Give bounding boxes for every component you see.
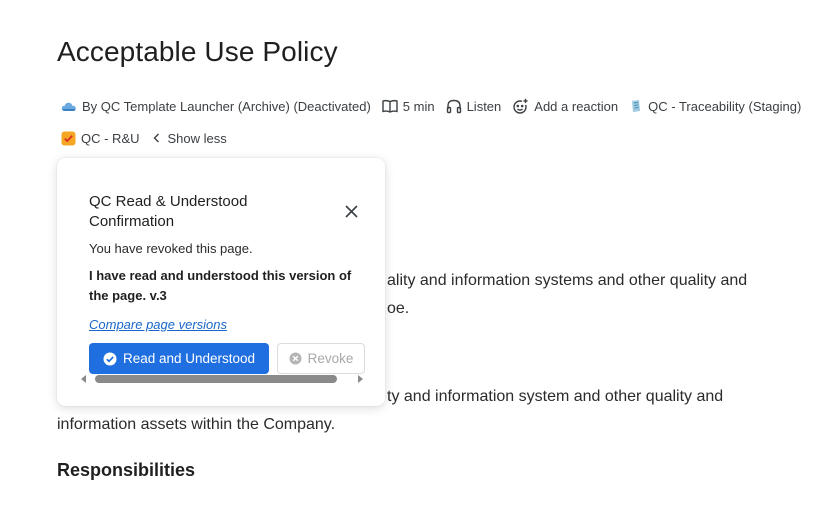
body-paragraph-line: information assets within the Company.: [57, 416, 336, 433]
page-metadata-bar: By QC Template Launcher (Archive) (Deact…: [61, 96, 812, 116]
revoke-button[interactable]: Revoke: [277, 343, 365, 374]
close-button[interactable]: [341, 201, 361, 221]
author-name: By QC Template Launcher (Archive) (Deact…: [82, 98, 371, 114]
listen-label: Listen: [466, 98, 502, 114]
body-paragraph-line: ty and information system and other qual…: [387, 388, 724, 405]
body-paragraph-line: oe.: [387, 300, 410, 317]
book-icon: [382, 99, 398, 113]
chevron-left-icon: [151, 132, 163, 144]
close-icon: [344, 204, 358, 218]
read-and-understood-label: Read and Understood: [122, 351, 256, 366]
confirmation-statement: I have read and understood this version …: [89, 268, 352, 303]
page-title: Acceptable Use Policy: [57, 36, 338, 67]
x-circle-icon: [289, 352, 302, 365]
revoked-status-text: You have revoked this page.: [89, 241, 253, 256]
checkbox-badge-icon: [61, 131, 76, 146]
scroll-right-arrow[interactable]: [358, 375, 363, 383]
traceability-app-icon: [629, 99, 643, 113]
compare-versions-link[interactable]: Compare page versions: [89, 317, 227, 332]
read-time-label: 5 min: [402, 98, 435, 114]
revoke-label: Revoke: [307, 351, 354, 366]
show-less-label: Show less: [167, 130, 227, 146]
add-reaction-label: Add a reaction: [534, 98, 619, 114]
headphones-icon: [446, 99, 462, 114]
read-time: 5 min: [382, 99, 435, 114]
add-reaction-button[interactable]: Add a reaction: [512, 98, 618, 115]
listen-button[interactable]: Listen: [446, 98, 502, 114]
popover-title: QC Read & Understood Confirmation: [89, 193, 248, 230]
check-circle-icon: [103, 352, 117, 366]
read-understood-popover: QC Read & Understood Confirmation You ha…: [57, 158, 385, 406]
read-and-understood-button[interactable]: Read and Understood: [89, 343, 269, 374]
label-traceability-text: QC - Traceability (Staging): [648, 98, 802, 114]
smiley-add-icon: [512, 98, 529, 115]
scrollbar-thumb[interactable]: [95, 375, 337, 383]
body-paragraph-line: ality and information systems and other …: [387, 272, 748, 289]
scroll-left-arrow[interactable]: [81, 375, 86, 383]
label-ru[interactable]: QC - R&U: [61, 131, 140, 146]
cloud-avatar-icon: [61, 100, 77, 112]
label-ru-text: QC - R&U: [81, 130, 140, 146]
label-traceability[interactable]: QC - Traceability (Staging): [629, 99, 801, 114]
page-metadata-bar-secondary: QC - R&U Show less: [61, 128, 238, 148]
author-byline[interactable]: By QC Template Launcher (Archive) (Deact…: [61, 99, 371, 114]
section-heading-responsibilities: Responsibilities: [57, 460, 196, 480]
horizontal-scrollbar[interactable]: [81, 374, 363, 384]
show-less-button[interactable]: Show less: [151, 131, 227, 146]
